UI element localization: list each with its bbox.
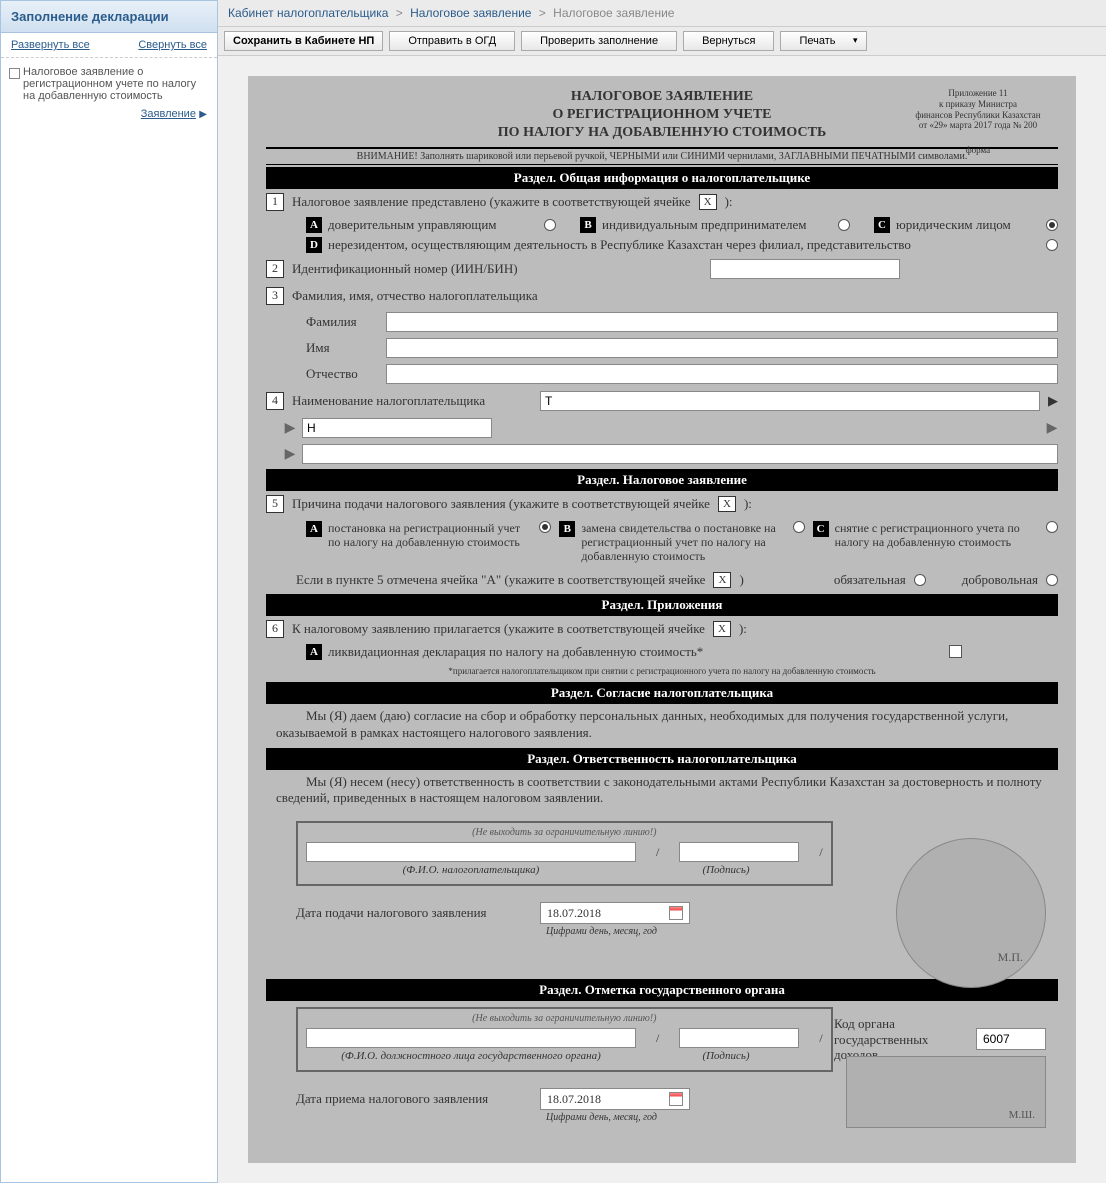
option-d-letter: D [306,237,322,253]
orgname-input-1[interactable] [540,391,1040,411]
section-consent: Раздел. Согласие налогоплательщика [266,682,1058,704]
document: Приложение 11 к приказу Министра финансо… [248,76,1076,1163]
option-5b-letter: B [559,521,575,537]
footnote-6: *прилагается налогоплательщиком при снят… [266,662,1058,680]
gov-code-input[interactable] [976,1028,1046,1050]
orgname-input-2[interactable] [302,418,492,438]
fio-signature-input[interactable] [306,842,636,862]
option-a-radio[interactable] [544,219,556,231]
option-d-radio[interactable] [1046,239,1058,251]
back-button[interactable]: Вернуться [683,31,774,51]
option-5a-letter: A [306,521,322,537]
responsibility-text: Мы (Я) несем (несу) ответственность в со… [266,770,1058,812]
voluntary-radio[interactable] [1046,574,1058,586]
breadcrumb-current: Налоговое заявление [553,6,674,20]
option-b-radio[interactable] [838,219,850,231]
item-number-3: 3 [266,287,284,305]
accept-date-input[interactable]: 18.07.2018 [540,1088,690,1110]
annex-info: Приложение 11 к приказу Министра финансо… [898,88,1058,156]
breadcrumb-home[interactable]: Кабинет налогоплательщика [228,6,388,20]
option-5c-letter: C [813,521,829,537]
calendar-icon[interactable] [669,1092,683,1106]
item-number-4: 4 [266,392,284,410]
chevron-right-icon: ▶ [199,109,207,120]
expand-all-link[interactable]: Развернуть все [11,39,90,51]
option-a-letter: A [306,217,322,233]
breadcrumb: Кабинет налогоплательщика > Налоговое за… [218,0,1106,27]
send-button[interactable]: Отправить в ОГД [389,31,515,51]
sidebar-title: Заполнение декларации [1,1,217,33]
item-number-6: 6 [266,620,284,638]
stamp-rect: М.Ш. [846,1056,1046,1128]
save-button[interactable]: Сохранить в Кабинете НП [224,31,383,51]
gov-fio-input[interactable] [306,1028,636,1048]
mandatory-radio[interactable] [914,574,926,586]
option-5a-radio[interactable] [539,521,551,533]
option-b-letter: B [580,217,596,233]
sidebar-sub-link[interactable]: Заявление [141,108,196,120]
option-c-radio[interactable] [1046,219,1058,231]
sidebar: Заполнение декларации Развернуть все Све… [0,0,218,1183]
collapse-all-link[interactable]: Свернуть все [138,39,207,51]
consent-text: Мы (Я) даем (даю) согласие на сбор и обр… [266,704,1058,746]
option-5c-radio[interactable] [1046,521,1058,533]
arrow-left-icon: ▶ [284,445,296,462]
section-general-info: Раздел. Общая информация о налогоплатель… [266,167,1058,189]
section-gov-mark: Раздел. Отметка государственного органа [266,979,1058,1001]
arrow-left-icon: ▶ [284,419,296,436]
submit-date-input[interactable]: 18.07.2018 [540,902,690,924]
option-5b-radio[interactable] [793,521,805,533]
breadcrumb-section[interactable]: Налоговое заявление [410,6,531,20]
sidebar-tree-item[interactable]: Налоговое заявление о регистрационном уч… [1,58,217,106]
lastname-input[interactable] [386,312,1058,332]
firstname-input[interactable] [386,338,1058,358]
check-button[interactable]: Проверить заполнение [521,31,677,51]
option-6a-checkbox[interactable] [949,645,962,658]
signature-input[interactable] [679,842,799,862]
calendar-icon[interactable] [669,906,683,920]
x-marker: X [699,194,717,210]
section-tax-statement: Раздел. Налоговое заявление [266,469,1058,491]
section-responsibility: Раздел. Ответственность налогоплательщик… [266,748,1058,770]
item-number-5: 5 [266,495,284,513]
item-number-1: 1 [266,193,284,211]
section-attachments: Раздел. Приложения [266,594,1058,616]
gov-signature-box: (Не выходить за ограничительную линию!) … [296,1007,833,1072]
item-number-2: 2 [266,260,284,278]
print-button[interactable]: Печать [780,31,866,51]
signature-box: (Не выходить за ограничительную линию!) … [296,821,833,886]
option-6a-letter: A [306,644,322,660]
stamp-circle: М.П. [896,838,1046,988]
toolbar: Сохранить в Кабинете НП Отправить в ОГД … [218,27,1106,56]
main-area: Кабинет налогоплательщика > Налоговое за… [218,0,1106,1183]
gov-signature-input[interactable] [679,1028,799,1048]
patronymic-input[interactable] [386,364,1058,384]
arrow-right-icon: ▶ [1046,419,1058,436]
arrow-right-icon: ▶ [1048,393,1058,409]
iin-input[interactable] [710,259,900,279]
orgname-input-3[interactable] [302,444,1058,464]
option-c-letter: C [874,217,890,233]
